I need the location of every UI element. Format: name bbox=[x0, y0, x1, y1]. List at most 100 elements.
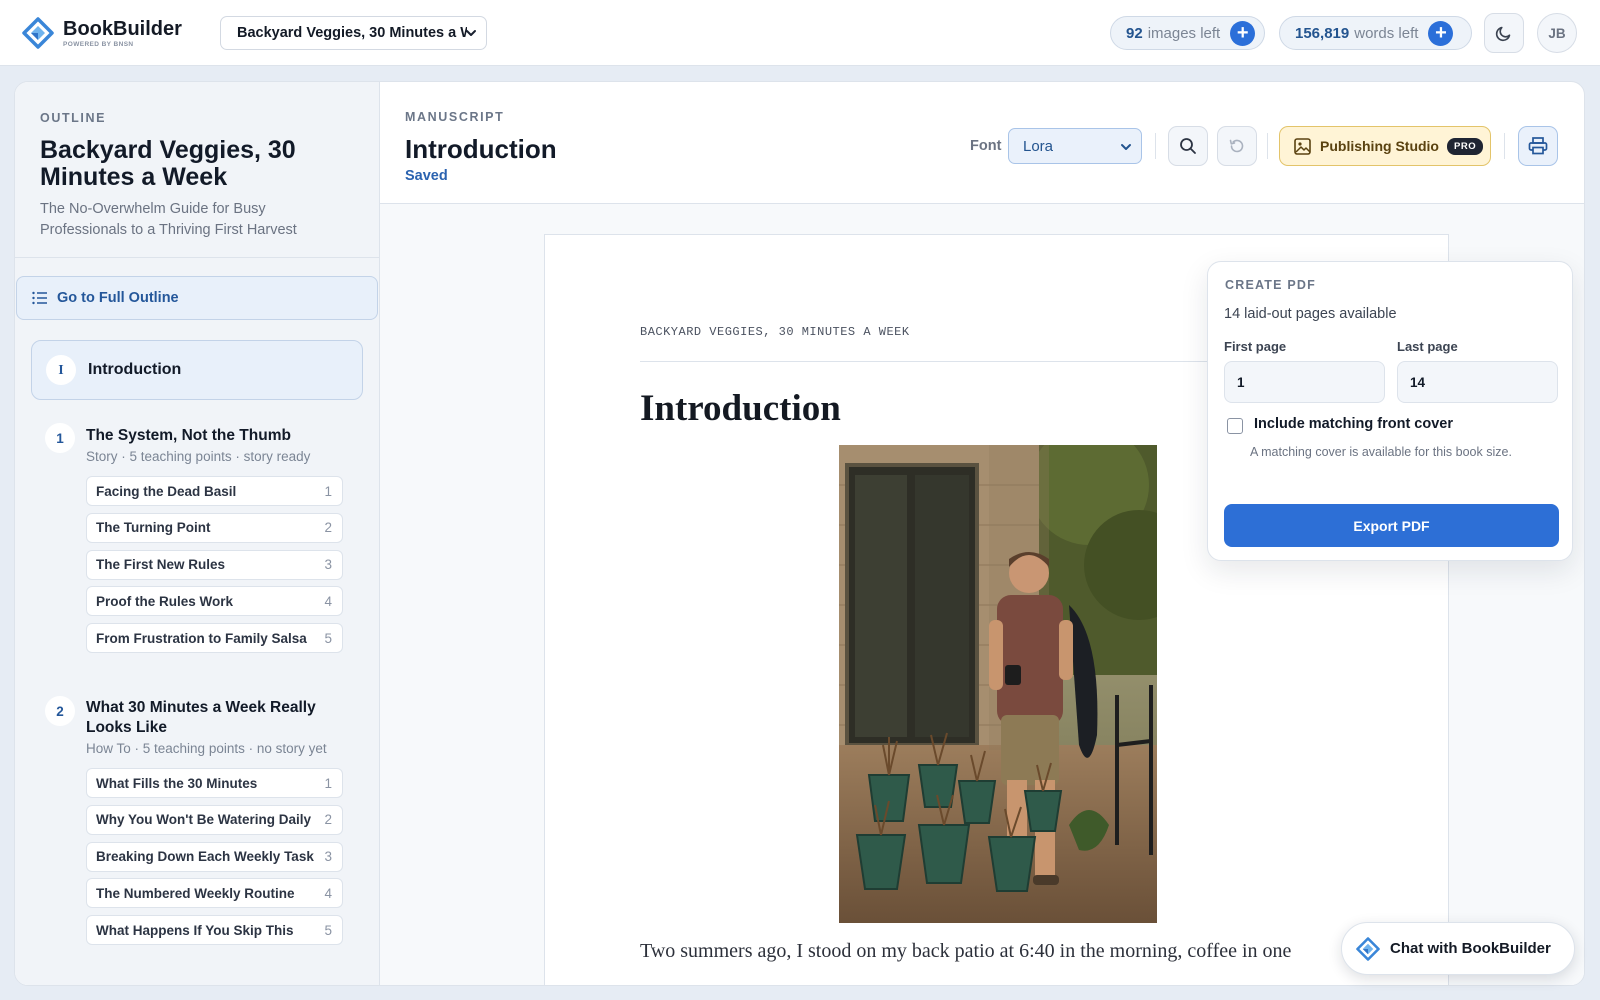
include-cover-label[interactable]: Include matching front cover bbox=[1254, 416, 1453, 432]
theme-toggle-button[interactable] bbox=[1484, 13, 1524, 53]
bookbuilder-logo-icon bbox=[22, 17, 54, 49]
add-words-button[interactable]: + bbox=[1428, 20, 1454, 46]
chevron-down-icon bbox=[1121, 144, 1131, 150]
first-page-label: First page bbox=[1224, 339, 1287, 354]
brand-tagline: POWERED BY BNSN bbox=[63, 40, 134, 48]
teaching-point-item[interactable]: Facing the Dead Basil 1 bbox=[86, 476, 343, 506]
teaching-point-item[interactable]: From Frustration to Family Salsa 5 bbox=[86, 623, 343, 654]
toolbar-divider bbox=[1504, 133, 1505, 159]
toolbar-divider bbox=[1155, 133, 1156, 159]
teaching-point-number: 3 bbox=[324, 849, 332, 865]
divider bbox=[15, 257, 379, 258]
create-pdf-heading: CREATE PDF bbox=[1225, 278, 1316, 292]
brand[interactable]: BookBuilder POWERED BY BNSN bbox=[22, 17, 182, 49]
add-images-button[interactable]: + bbox=[1230, 20, 1256, 46]
teaching-point-label: What Happens If You Skip This bbox=[96, 922, 294, 938]
chapter-1-header[interactable]: 1 The System, Not the Thumb bbox=[45, 423, 365, 453]
chapter-meta: Story · 5 teaching points · story ready bbox=[86, 449, 311, 464]
outline-item-introduction[interactable]: I Introduction bbox=[31, 340, 363, 400]
publishing-studio-button[interactable]: Publishing Studio PRO bbox=[1279, 126, 1491, 166]
pro-badge: PRO bbox=[1447, 137, 1484, 155]
font-label: Font bbox=[970, 138, 1002, 154]
teaching-point-label: The Numbered Weekly Routine bbox=[96, 885, 295, 901]
book-select[interactable]: Backyard Veggies, 30 Minutes a Week bbox=[220, 16, 487, 50]
teaching-point-label: Breaking Down Each Weekly Task bbox=[96, 849, 314, 865]
font-select-value: Lora bbox=[1023, 137, 1054, 155]
teaching-point-label: Proof the Rules Work bbox=[96, 593, 234, 609]
moon-icon bbox=[1495, 26, 1511, 42]
chat-button[interactable]: Chat with BookBuilder bbox=[1341, 922, 1575, 975]
chapter-1: 1 The System, Not the Thumb Story · 5 te… bbox=[45, 423, 365, 660]
teaching-point-label: The First New Rules bbox=[96, 557, 226, 573]
workspace-card: OUTLINE Backyard Veggies, 30 Minutes a W… bbox=[14, 81, 1585, 986]
teaching-point-label: Why You Won't Be Watering Daily bbox=[96, 812, 311, 828]
page-title: Introduction bbox=[640, 388, 841, 429]
chapter-meta: How To · 5 teaching points · no story ye… bbox=[86, 741, 327, 756]
include-cover-checkbox[interactable] bbox=[1227, 418, 1243, 434]
book-title: Backyard Veggies, 30 Minutes a Week bbox=[40, 136, 296, 191]
font-select[interactable]: Lora bbox=[1008, 128, 1142, 164]
image-icon bbox=[1294, 137, 1311, 155]
teaching-point-item[interactable]: Proof the Rules Work 4 bbox=[86, 586, 343, 617]
chapter-2: 2 What 30 Minutes a Week Really Looks Li… bbox=[45, 696, 365, 952]
printer-icon bbox=[1528, 137, 1548, 155]
book-select-value: Backyard Veggies, 30 Minutes a Week bbox=[237, 25, 467, 41]
go-to-full-outline-button[interactable]: Go to Full Outline bbox=[16, 276, 378, 320]
teaching-point-number: 2 bbox=[324, 812, 332, 828]
images-count: 92 bbox=[1126, 24, 1143, 42]
words-count: 156,819 bbox=[1295, 24, 1350, 42]
user-avatar[interactable]: JB bbox=[1537, 13, 1577, 53]
manuscript-eyebrow: MANUSCRIPT bbox=[405, 110, 505, 124]
running-head: BACKYARD VEGGIES, 30 MINUTES A WEEK bbox=[640, 325, 910, 339]
teaching-point-label: The Turning Point bbox=[96, 520, 211, 536]
go-to-full-outline-label: Go to Full Outline bbox=[57, 290, 179, 306]
teaching-point-number: 5 bbox=[324, 630, 332, 646]
chapter-title: What 30 Minutes a Week Really Looks Like bbox=[86, 699, 316, 736]
teaching-point-label: Facing the Dead Basil bbox=[96, 483, 237, 499]
teaching-point-number: 4 bbox=[324, 885, 332, 901]
chapter-photo[interactable] bbox=[839, 445, 1157, 923]
chapter-title: The System, Not the Thumb bbox=[86, 427, 291, 444]
chevron-down-icon bbox=[466, 30, 476, 36]
teaching-point-number: 2 bbox=[324, 520, 332, 536]
chapter-number: 1 bbox=[45, 423, 75, 453]
teaching-point-number: 3 bbox=[324, 557, 332, 573]
chapter-2-header[interactable]: 2 What 30 Minutes a Week Really Looks Li… bbox=[45, 696, 365, 741]
teaching-point-item[interactable]: The First New Rules 3 bbox=[86, 549, 343, 580]
history-button[interactable] bbox=[1217, 126, 1257, 166]
create-pdf-panel: CREATE PDF 14 laid-out pages available F… bbox=[1207, 261, 1573, 561]
teaching-point-item[interactable]: The Turning Point 2 bbox=[86, 512, 343, 543]
manuscript-body-text[interactable]: Two summers ago, I stood on my back pati… bbox=[640, 940, 1360, 963]
teaching-point-number: 4 bbox=[324, 593, 332, 609]
last-page-input[interactable] bbox=[1397, 361, 1558, 403]
teaching-point-number: 1 bbox=[324, 775, 332, 791]
teaching-point-item[interactable]: Why You Won't Be Watering Daily 2 bbox=[86, 804, 343, 835]
teaching-point-item[interactable]: What Fills the 30 Minutes 1 bbox=[86, 768, 343, 798]
teaching-point-label: What Fills the 30 Minutes bbox=[96, 775, 258, 791]
teaching-point-item[interactable]: Breaking Down Each Weekly Task 3 bbox=[86, 841, 343, 872]
print-button[interactable] bbox=[1518, 126, 1558, 166]
last-page-label: Last page bbox=[1397, 339, 1458, 354]
section-title: Introduction bbox=[405, 134, 557, 164]
toolbar-divider bbox=[1267, 133, 1268, 159]
brand-name: BookBuilder bbox=[63, 17, 182, 40]
book-subtitle: The No-Overwhelm Guide for Busy Professi… bbox=[40, 201, 297, 238]
intro-numeral: I bbox=[46, 355, 76, 385]
top-bar: BookBuilder POWERED BY BNSN Backyard Veg… bbox=[0, 0, 1600, 66]
teaching-point-item[interactable]: The Numbered Weekly Routine 4 bbox=[86, 878, 343, 909]
search-button[interactable] bbox=[1168, 126, 1208, 166]
publishing-studio-label: Publishing Studio bbox=[1320, 138, 1439, 154]
save-status: Saved bbox=[405, 168, 448, 184]
teaching-point-number: 5 bbox=[324, 922, 332, 938]
outline-sidebar: OUTLINE Backyard Veggies, 30 Minutes a W… bbox=[15, 82, 380, 985]
bookbuilder-logo-icon bbox=[1356, 936, 1380, 961]
first-page-input[interactable] bbox=[1224, 361, 1385, 403]
pages-available-text: 14 laid-out pages available bbox=[1224, 306, 1397, 322]
search-icon bbox=[1180, 138, 1196, 154]
chat-label: Chat with BookBuilder bbox=[1390, 940, 1551, 957]
cover-hint: A matching cover is available for this b… bbox=[1250, 445, 1512, 459]
teaching-point-item[interactable]: What Happens If You Skip This 5 bbox=[86, 915, 343, 946]
teaching-points-list: What Fills the 30 Minutes 1 Why You Won't… bbox=[86, 768, 365, 946]
export-pdf-button[interactable]: Export PDF bbox=[1224, 504, 1559, 547]
teaching-point-label: From Frustration to Family Salsa bbox=[96, 630, 307, 646]
